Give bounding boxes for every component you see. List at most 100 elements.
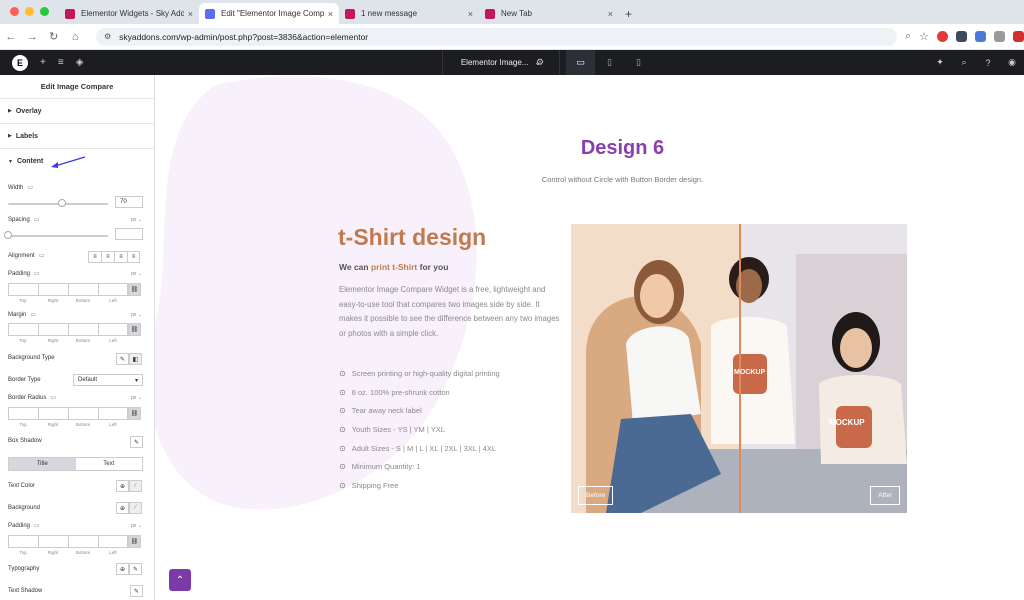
desktop-view-icon[interactable]: ▭ <box>566 50 595 75</box>
section-labels[interactable]: ▶ Labels <box>0 124 154 149</box>
browser-tab-1[interactable]: Edit "Elementor Image Compa × <box>199 3 339 24</box>
site-settings-icon[interactable]: ≡ <box>58 57 64 68</box>
responsive-monitor-icon[interactable]: ▭ <box>39 252 45 259</box>
elementor-logo-icon[interactable]: E <box>12 54 28 71</box>
responsive-monitor-icon[interactable]: ▭ <box>27 184 33 191</box>
padding-bottom-input[interactable] <box>68 535 98 548</box>
align-center-icon[interactable]: ≡ <box>101 251 114 263</box>
unit-selector[interactable]: px ⌄ <box>131 271 142 277</box>
forward-arrow-icon[interactable]: → <box>21 31 42 43</box>
spacing-input[interactable] <box>115 228 143 240</box>
border-radius-inputs: ⛓ <box>8 407 141 420</box>
reload-icon[interactable]: ↻ <box>43 30 64 43</box>
responsive-monitor-icon[interactable]: ▭ <box>30 311 36 318</box>
mobile-view-icon[interactable]: ▯ <box>624 50 653 75</box>
edit-pencil-icon[interactable]: ✎ <box>130 585 143 597</box>
extension-yoast-icon[interactable] <box>1013 31 1024 42</box>
unit-selector[interactable]: px ⌄ <box>131 523 142 529</box>
close-tab-icon[interactable]: × <box>468 9 473 19</box>
site-info-icon[interactable]: ⚙ <box>104 32 111 41</box>
tab-title[interactable]: Title <box>9 458 76 470</box>
spacing-slider[interactable] <box>8 235 108 237</box>
browser-tab-3[interactable]: New Tab × <box>479 3 619 24</box>
padding-dim-labels: Top Right Bottom Left <box>8 298 128 303</box>
margin-left-input[interactable] <box>98 323 128 336</box>
padding-top-input[interactable] <box>8 283 38 296</box>
help-icon[interactable]: ? <box>976 50 1000 75</box>
link-values-icon[interactable]: ⛓ <box>128 535 141 548</box>
spacing-slider-handle[interactable] <box>4 231 12 239</box>
align-justify-icon[interactable]: ≡ <box>127 251 140 263</box>
unit-selector[interactable]: px ⌄ <box>131 217 142 223</box>
section-overlay[interactable]: ▶ Overlay <box>0 99 154 124</box>
margin-right-input[interactable] <box>38 323 68 336</box>
link-values-icon[interactable]: ⛓ <box>128 323 141 336</box>
structure-layers-icon[interactable]: ◈ <box>76 57 84 68</box>
home-icon[interactable]: ⌂ <box>64 31 85 43</box>
padding-right-input[interactable] <box>38 283 68 296</box>
margin-top-input[interactable] <box>8 323 38 336</box>
gradient-icon[interactable]: ◧ <box>129 353 142 365</box>
page-settings-gear-icon[interactable]: ⚙ <box>536 50 544 75</box>
close-tab-icon[interactable]: × <box>608 9 613 19</box>
notifications-icon[interactable]: ✦ <box>928 50 952 75</box>
padding-right-input[interactable] <box>38 535 68 548</box>
tab-text[interactable]: Text <box>76 458 143 470</box>
extension-image-icon[interactable] <box>994 31 1005 42</box>
maximize-window-button[interactable] <box>40 7 49 16</box>
radius-top-input[interactable] <box>8 407 38 420</box>
unit-selector[interactable]: px ⌄ <box>131 312 142 318</box>
responsive-monitor-icon[interactable]: ▭ <box>50 394 56 401</box>
search-icon[interactable]: ⌕ <box>952 50 976 75</box>
close-window-button[interactable] <box>10 7 19 16</box>
color-picker-swatch[interactable]: ⁄ <box>129 480 142 492</box>
unit-selector[interactable]: px ⌄ <box>131 395 142 401</box>
section-content[interactable]: ▼ Content <box>0 149 154 174</box>
minimize-window-button[interactable] <box>25 7 34 16</box>
radius-left-input[interactable] <box>98 407 128 420</box>
margin-bottom-input[interactable] <box>68 323 98 336</box>
radius-bottom-input[interactable] <box>68 407 98 420</box>
align-right-icon[interactable]: ≡ <box>114 251 127 263</box>
padding-top-input[interactable] <box>8 535 38 548</box>
image-compare-widget[interactable]: MOCKUP MOCKUP Before After <box>571 224 907 513</box>
responsive-monitor-icon[interactable]: ▭ <box>34 270 40 277</box>
tablet-view-icon[interactable]: ▯ <box>595 50 624 75</box>
link-values-icon[interactable]: ⛓ <box>128 283 141 296</box>
browser-tab-2[interactable]: 1 new message × <box>339 3 479 24</box>
padding-bottom-input[interactable] <box>68 283 98 296</box>
border-type-select[interactable]: Default ▾ <box>73 374 143 386</box>
extension-translate-icon[interactable] <box>975 31 986 42</box>
width-input[interactable]: 70 <box>115 196 143 208</box>
color-picker-swatch[interactable]: ⁄ <box>129 502 142 514</box>
link-values-icon[interactable]: ⛓ <box>128 407 141 420</box>
global-fonts-icon[interactable]: ⊕ <box>116 563 129 575</box>
control-label: Spacing <box>8 216 30 223</box>
radius-right-input[interactable] <box>38 407 68 420</box>
padding-left-input[interactable] <box>98 535 128 548</box>
add-element-icon[interactable]: + <box>40 57 46 68</box>
preview-eye-icon[interactable]: ◉ <box>1000 50 1024 75</box>
global-colors-icon[interactable]: ⊕ <box>116 480 129 492</box>
width-slider-handle[interactable] <box>58 199 66 207</box>
tagline-link[interactable]: print t-Shirt <box>371 262 417 272</box>
extension-shield-icon[interactable] <box>956 31 967 42</box>
extension-chrome-icon[interactable] <box>937 31 948 42</box>
edit-pencil-icon[interactable]: ✎ <box>130 436 143 448</box>
new-tab-button[interactable]: + <box>625 7 632 21</box>
padding-left-input[interactable] <box>98 283 128 296</box>
edit-pencil-icon[interactable]: ✎ <box>129 563 142 575</box>
global-colors-icon[interactable]: ⊕ <box>116 502 129 514</box>
browser-tab-0[interactable]: Elementor Widgets - Sky Add × <box>59 3 199 24</box>
zoom-icon[interactable]: ⌕ <box>905 30 911 43</box>
bookmark-star-icon[interactable]: ☆ <box>919 30 929 43</box>
scroll-to-top-button[interactable]: ⌃ <box>169 569 191 591</box>
responsive-monitor-icon[interactable]: ▭ <box>34 522 40 529</box>
responsive-monitor-icon[interactable]: ▭ <box>34 216 40 223</box>
url-field[interactable]: ⚙ skyaddons.com/wp-admin/post.php?post=38… <box>95 27 897 46</box>
close-tab-icon[interactable]: × <box>188 9 193 19</box>
classic-brush-icon[interactable]: ✎ <box>116 353 129 365</box>
close-tab-icon[interactable]: × <box>328 9 333 19</box>
back-arrow-icon[interactable]: ← <box>0 31 21 43</box>
align-left-icon[interactable]: ≡ <box>88 251 101 263</box>
